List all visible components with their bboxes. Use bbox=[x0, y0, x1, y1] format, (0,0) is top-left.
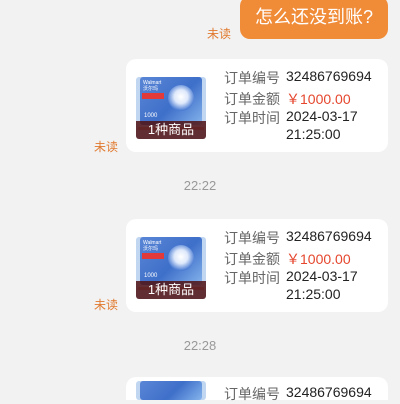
order-amount-value: ￥1000.00 bbox=[286, 91, 351, 107]
items-count-caption: 1种商品 bbox=[136, 121, 206, 139]
gift-card-brand-cn: 沃尔玛 bbox=[143, 246, 159, 252]
order-no-label: 订单编号 bbox=[224, 70, 280, 86]
order-card[interactable]: Walmart 沃尔玛 1000 1种商品 订单编号 32486769694 订… bbox=[126, 59, 388, 152]
order-time-label: 订单时间 bbox=[224, 270, 280, 286]
order-no-label: 订单编号 bbox=[224, 386, 280, 402]
unread-status: 未读 bbox=[94, 140, 119, 154]
gift-card-image: Walmart 沃尔玛 1000 bbox=[140, 77, 202, 125]
order-date-value: 2024-03-17 bbox=[286, 268, 358, 284]
unread-status: 未读 bbox=[94, 298, 119, 312]
gift-card-emblem bbox=[168, 245, 194, 271]
gift-card-value: 1000 bbox=[144, 273, 158, 279]
gift-card-tag bbox=[142, 93, 164, 99]
order-no-label: 订单编号 bbox=[224, 230, 280, 246]
order-amount-label: 订单金额 bbox=[224, 251, 280, 267]
order-card[interactable]: 订单编号 32486769694 bbox=[126, 377, 388, 402]
gift-card-image: Walmart 沃尔玛 1000 bbox=[140, 237, 202, 285]
gift-card-thumbnail bbox=[136, 381, 206, 400]
order-time-value: 21:25:00 bbox=[286, 126, 341, 142]
gift-card-emblem bbox=[168, 85, 194, 111]
order-amount-value: ￥1000.00 bbox=[286, 251, 351, 267]
gift-card-brand-cn: 沃尔玛 bbox=[143, 86, 159, 92]
outgoing-message-bubble[interactable]: 怎么还没到账? bbox=[240, 0, 388, 39]
gift-card-image bbox=[140, 381, 202, 400]
message-timestamp: 22:22 bbox=[183, 178, 217, 193]
unread-status: 未读 bbox=[207, 27, 232, 41]
order-time-label: 订单时间 bbox=[224, 110, 280, 126]
gift-card-thumbnail: Walmart 沃尔玛 1000 1种商品 bbox=[136, 237, 206, 299]
gift-card-value: 1000 bbox=[144, 113, 158, 119]
order-no-value: 32486769694 bbox=[286, 384, 372, 400]
order-no-value: 32486769694 bbox=[286, 68, 372, 84]
items-count-caption: 1种商品 bbox=[136, 281, 206, 299]
order-card[interactable]: Walmart 沃尔玛 1000 1种商品 订单编号 32486769694 订… bbox=[126, 219, 388, 312]
gift-card-thumbnail: Walmart 沃尔玛 1000 1种商品 bbox=[136, 77, 206, 139]
gift-card-tag bbox=[142, 253, 164, 259]
order-time-value: 21:25:00 bbox=[286, 286, 341, 302]
chat-area: 怎么还没到账? 未读 Walmart 沃尔玛 1000 1种商品 订单编号 32… bbox=[0, 0, 400, 402]
order-amount-label: 订单金额 bbox=[224, 91, 280, 107]
order-no-value: 32486769694 bbox=[286, 228, 372, 244]
order-date-value: 2024-03-17 bbox=[286, 108, 358, 124]
message-timestamp: 22:28 bbox=[183, 338, 217, 353]
